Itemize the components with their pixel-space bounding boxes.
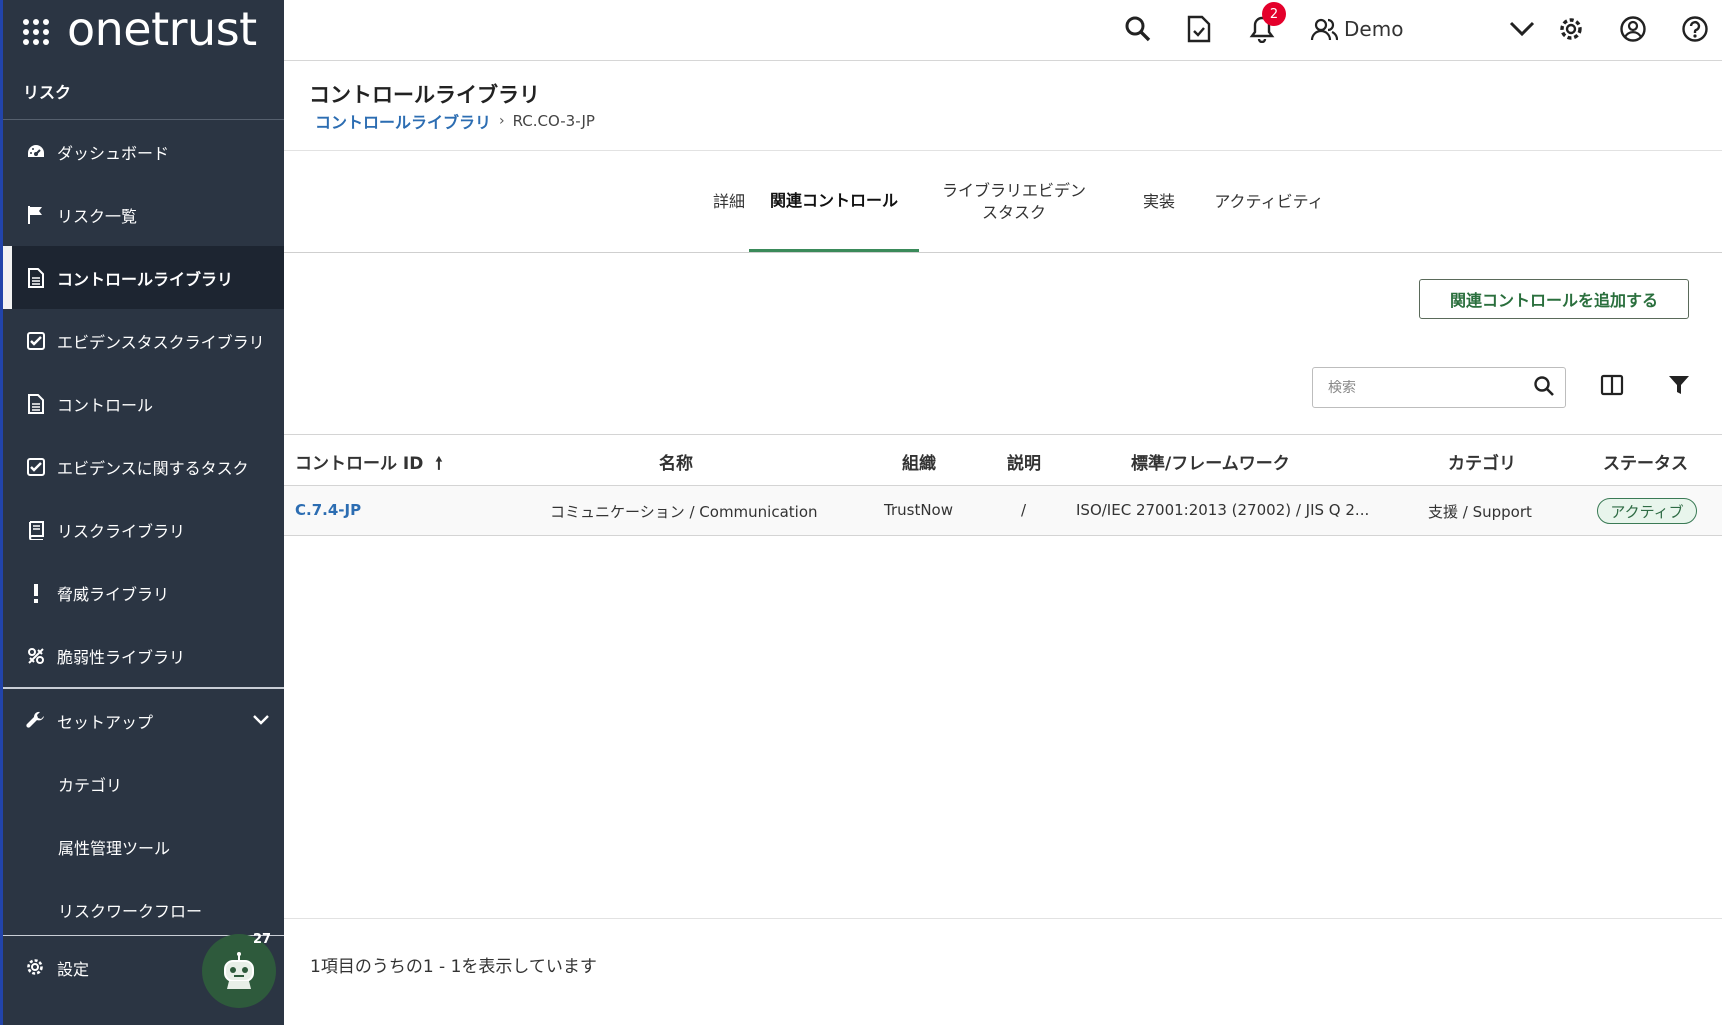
sidebar-item-evidence-tasks[interactable]: エビデンスに関するタスク (3, 435, 284, 498)
search-input[interactable] (1328, 379, 1533, 396)
sidebar-item-label: 脅威ライブラリ (57, 584, 170, 604)
cell-name: コミュニケーション / Communication (550, 503, 818, 521)
sidebar-item-dashboard[interactable]: ダッシュボード (3, 120, 284, 183)
sidebar-item-settings[interactable]: 設定 (3, 937, 193, 999)
chevron-right-icon: › (499, 113, 505, 129)
search-box (1312, 367, 1566, 408)
tab-library-evidence-tasks[interactable]: ライブラリエビデン スタスク (924, 152, 1104, 252)
sidebar-item-risk-list[interactable]: リスク一覧 (3, 183, 284, 246)
bot-notification-count: 27 (253, 932, 272, 947)
cell-category: 支援 / Support (1428, 503, 1532, 521)
sidebar-nav: ダッシュボード リスク一覧 コントロールライブラリ エビデンスタスクライブラリ … (3, 120, 284, 687)
gear-icon[interactable] (1555, 13, 1587, 45)
users-icon[interactable] (1308, 13, 1340, 45)
sidebar-item-control-library[interactable]: コントロールライブラリ (3, 246, 284, 309)
cell-standard: ISO/IEC 27001:2013 (27002) / JIS Q 2... (1076, 501, 1370, 519)
checkbox-icon (25, 330, 47, 352)
module-title: リスク (3, 64, 284, 120)
task-document-icon[interactable] (1183, 13, 1215, 45)
app-launcher-icon[interactable] (23, 19, 49, 45)
table-row[interactable]: C.7.4-JP コミュニケーション / Communication Trust… (284, 486, 1722, 536)
page-header: コントロールライブラリ コントロールライブラリ › RC.CO-3-JP (284, 61, 1722, 151)
sidebar-item-risk-workflow[interactable]: リスクワークフロー (3, 878, 284, 941)
sidebar-item-evidence-task-library[interactable]: エビデンスタスクライブラリ (3, 309, 284, 372)
gear-icon (25, 957, 47, 979)
chevron-down-icon[interactable] (252, 711, 270, 730)
status-badge: アクティブ (1597, 498, 1697, 524)
sidebar-item-risk-library[interactable]: リスクライブラリ (3, 498, 284, 561)
breadcrumb: コントロールライブラリ › RC.CO-3-JP (315, 109, 595, 133)
sidebar-item-label: エビデンスに関するタスク (57, 458, 249, 478)
sidebar-item-label: セットアップ (57, 712, 154, 732)
column-header-standard[interactable]: 標準/フレームワーク (1131, 449, 1290, 474)
sort-ascending-icon[interactable]: 🠕 (435, 454, 442, 474)
sidebar-item-label: 設定 (57, 960, 90, 979)
column-header-label: コントロール ID (295, 454, 424, 474)
vulnerability-icon (25, 645, 47, 667)
tab-label-line: スタスク (981, 203, 1046, 222)
column-header-category[interactable]: カテゴリ (1448, 449, 1516, 474)
exclamation-icon (25, 582, 47, 604)
breadcrumb-link[interactable]: コントロールライブラリ (315, 109, 491, 133)
search-icon[interactable] (1533, 375, 1555, 401)
search-icon[interactable] (1122, 13, 1154, 45)
column-header-status[interactable]: ステータス (1603, 449, 1688, 474)
sidebar-item-threat-library[interactable]: 脅威ライブラリ (3, 561, 284, 624)
sidebar-item-vulnerability-library[interactable]: 脆弱性ライブラリ (3, 624, 284, 687)
page-title: コントロールライブラリ (309, 83, 540, 107)
tab-implementation[interactable]: 実装 (1119, 152, 1199, 252)
sidebar-item-label: 脆弱性ライブラリ (57, 647, 186, 667)
sidebar-item-attribute-manager[interactable]: 属性管理ツール (3, 815, 284, 878)
sidebar-item-setup[interactable]: セットアップ (3, 689, 284, 752)
tab-bar: 詳細 関連コントロール ライブラリエビデン スタスク 実装 アクティビティ (284, 152, 1722, 253)
account-icon[interactable] (1617, 13, 1649, 45)
chevron-down-icon[interactable] (1506, 13, 1538, 45)
setup-nav: セットアップ カテゴリ 属性管理ツール リスクワークフロー (3, 689, 284, 941)
filter-icon[interactable] (1667, 373, 1695, 401)
related-controls-table: コントロール ID 🠕 名称 組織 説明 標準/フレームワーク カテゴリ ステー… (284, 434, 1722, 536)
brand-logo: onetrust (67, 2, 257, 56)
checkbox-icon (25, 456, 47, 478)
sidebar-item-label: リスクライブラリ (57, 521, 186, 541)
robot-icon (224, 952, 254, 989)
column-header-org[interactable]: 組織 (902, 449, 936, 474)
column-header-id[interactable]: コントロール ID 🠕 (295, 449, 443, 480)
document-icon (25, 267, 47, 289)
columns-icon[interactable] (1600, 373, 1628, 401)
help-icon[interactable] (1679, 13, 1711, 45)
cell-org: TrustNow (884, 501, 953, 519)
tab-related-controls[interactable]: 関連コントロール (749, 152, 919, 252)
tab-label-line: ライブラリエビデン (941, 181, 1086, 201)
notification-badge: 2 (1262, 2, 1286, 26)
sidebar-item-label: コントロールライブラリ (57, 269, 234, 289)
control-id-link[interactable]: C.7.4-JP (295, 501, 361, 519)
sidebar-item-label: コントロール (57, 395, 154, 415)
top-bar: 2 Demo (284, 0, 1722, 61)
brand-bar: onetrust (3, 0, 284, 64)
sidebar-item-category[interactable]: カテゴリ (3, 752, 284, 815)
sidebar-item-label: エビデンスタスクライブラリ (57, 332, 265, 352)
tab-activity[interactable]: アクティビティ (1194, 152, 1344, 252)
dashboard-icon (25, 141, 47, 163)
breadcrumb-current: RC.CO-3-JP (512, 112, 595, 130)
sidebar-item-controls[interactable]: コントロール (3, 372, 284, 435)
sidebar-item-label: リスク一覧 (57, 206, 138, 226)
wrench-icon (25, 710, 47, 732)
sidebar-item-label: ダッシュボード (57, 143, 170, 163)
flag-icon (25, 204, 47, 226)
column-header-description[interactable]: 説明 (1007, 449, 1041, 474)
pagination-summary: 1項目のうちの1 - 1を表示しています (310, 957, 597, 977)
add-related-control-button[interactable]: 関連コントロールを追加する (1419, 279, 1689, 319)
book-icon (25, 519, 47, 541)
column-header-name[interactable]: 名称 (659, 449, 693, 474)
sidebar: onetrust リスク ダッシュボード リスク一覧 コントロールライブラリ エ (0, 0, 284, 1025)
cell-description: / (1021, 501, 1027, 519)
user-name[interactable]: Demo (1344, 17, 1403, 41)
document-icon (25, 393, 47, 415)
table-footer: 1項目のうちの1 - 1を表示しています (284, 918, 1722, 1025)
table-header: コントロール ID 🠕 名称 組織 説明 標準/フレームワーク カテゴリ ステー… (284, 434, 1722, 486)
